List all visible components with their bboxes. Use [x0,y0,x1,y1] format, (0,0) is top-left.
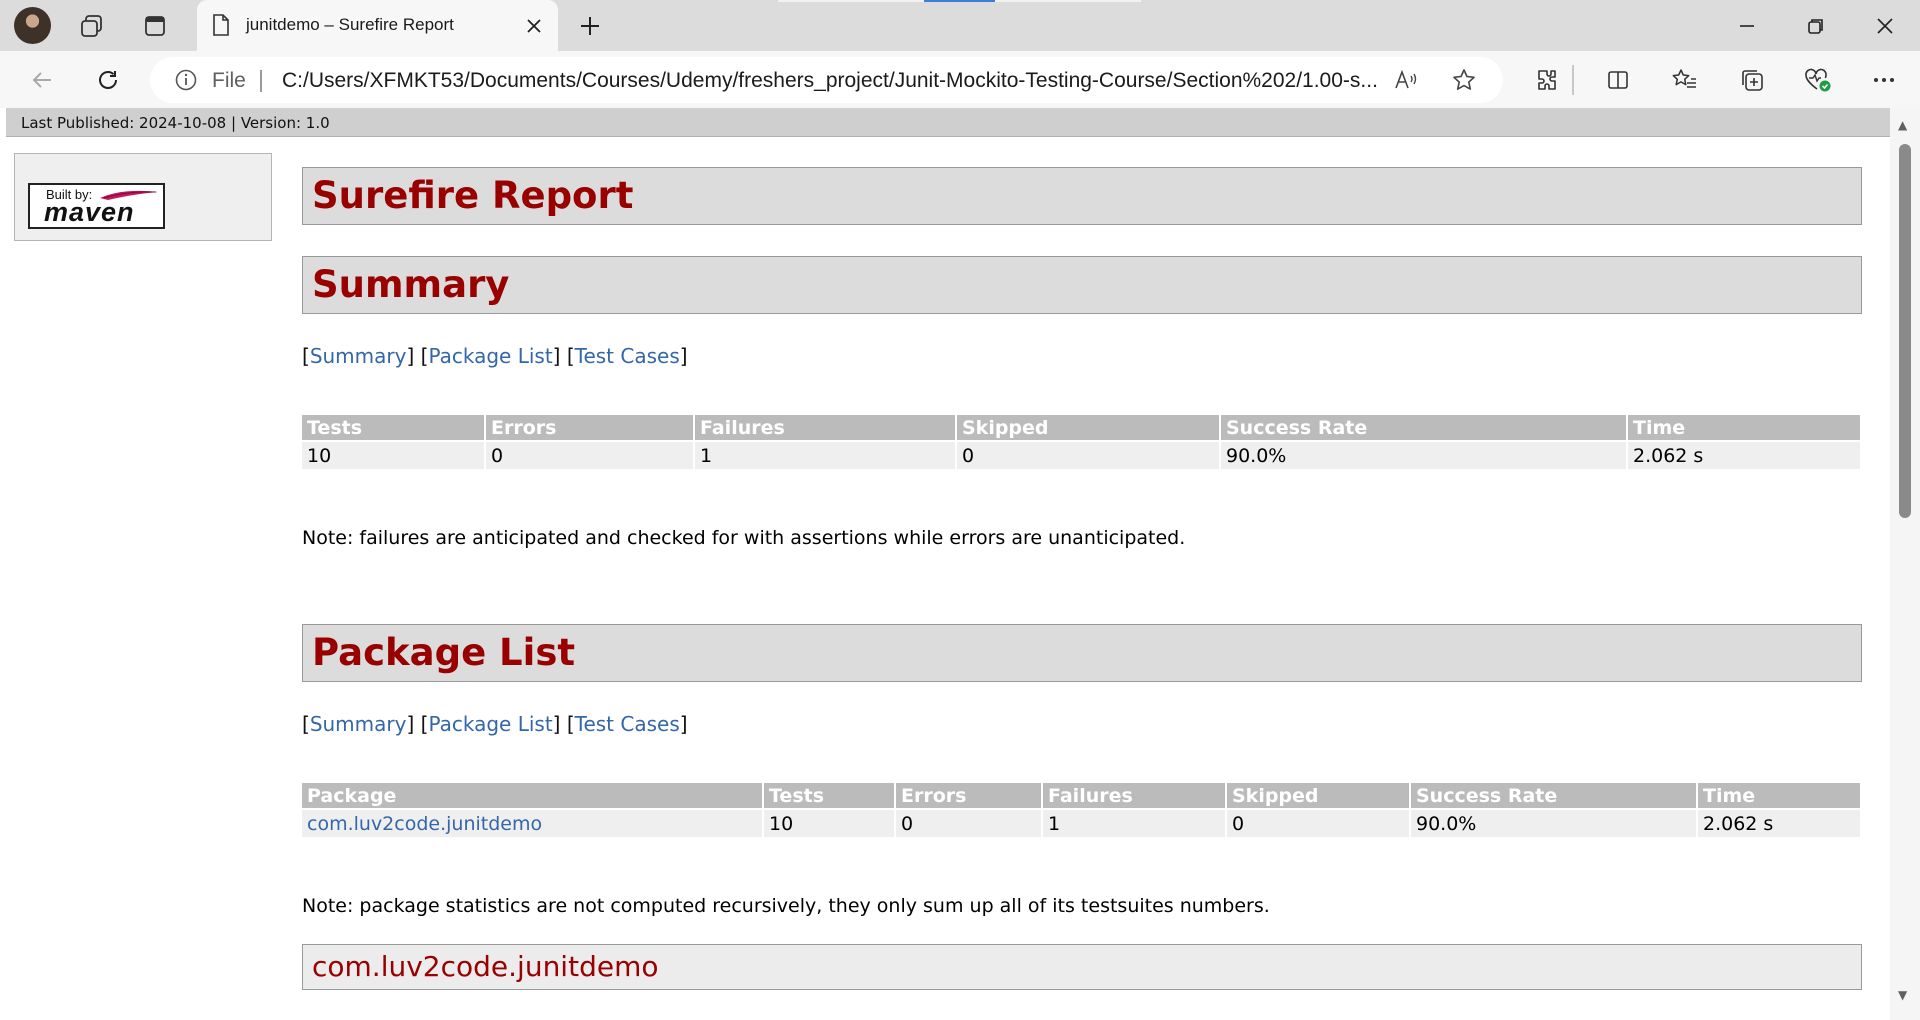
summary-heading: Summary [312,263,510,306]
column-header: Tests [302,415,484,440]
package-section-bar: com.luv2code.junitdemo [302,944,1862,990]
column-header: Failures [1043,783,1225,808]
package-heading: Package List [312,631,576,674]
new-tab-icon[interactable] [574,10,606,42]
summary-table: Tests Errors Failures Skipped Success Ra… [300,413,1862,471]
table-cell: 0 [896,810,1041,837]
column-header: Success Rate [1221,415,1626,440]
logo-maven: maven [44,197,135,227]
column-header: Skipped [957,415,1219,440]
package-nav: [Summary] [Package List] [Test Cases] [302,712,688,736]
publish-info: Last Published: 2024-10-08 | Version: 1.… [21,114,330,132]
favorites-icon[interactable] [1669,64,1701,96]
table-cell: 2.062 s [1628,442,1860,469]
close-window-icon[interactable] [1868,10,1902,42]
table-header-row: Package Tests Errors Failures Skipped Su… [302,783,1860,808]
collections-icon[interactable] [1736,64,1768,96]
nav-link-test-cases[interactable]: Test Cases [575,712,680,736]
nav-link-package-list[interactable]: Package List [428,712,552,736]
package-heading-bar: Package List [302,624,1862,682]
more-options-icon[interactable] [1868,64,1900,96]
close-tab-icon[interactable] [522,14,546,38]
tab-bar-highlight-active [924,0,995,2]
scroll-down-icon[interactable]: ▼ [1898,988,1907,1002]
column-header: Time [1698,783,1860,808]
browser-essentials-icon[interactable] [1802,64,1834,96]
column-header: Package [302,783,762,808]
table-cell: 90.0% [1221,442,1626,469]
column-header: Errors [486,415,693,440]
summary-heading-bar: Summary [302,256,1862,314]
column-header: Failures [695,415,955,440]
table-row: com.luv2code.junitdemo 10 0 1 0 90.0% 2.… [302,810,1860,837]
tab-title: junitdemo – Surefire Report [246,15,454,34]
page-title-bar: Surefire Report [302,167,1862,225]
table-cell: 1 [695,442,955,469]
table-cell: 0 [1227,810,1409,837]
split-screen-icon[interactable] [1602,64,1634,96]
table-cell: 2.062 s [1698,810,1860,837]
left-sidebar: Built by: maven [14,153,272,241]
package-link[interactable]: com.luv2code.junitdemo [307,813,542,835]
table-cell: com.luv2code.junitdemo [302,810,762,837]
column-header: Success Rate [1411,783,1696,808]
favorite-star-icon[interactable] [1450,67,1478,93]
page-title: Surefire Report [312,174,634,217]
read-aloud-icon[interactable] [1392,67,1420,93]
scroll-up-icon[interactable]: ▲ [1898,118,1907,132]
restore-icon[interactable] [1799,10,1833,42]
column-header: Skipped [1227,783,1409,808]
package-section-heading: com.luv2code.junitdemo [312,950,659,983]
page-icon [209,13,233,37]
summary-note: Note: failures are anticipated and check… [302,527,1186,549]
package-table: Package Tests Errors Failures Skipped Su… [300,781,1862,839]
column-header: Tests [764,783,894,808]
table-cell: 10 [302,442,484,469]
publish-banner: Last Published: 2024-10-08 | Version: 1.… [6,108,1890,137]
back-icon[interactable] [26,64,58,96]
nav-link-test-cases[interactable]: Test Cases [575,344,680,368]
built-by-maven-logo[interactable]: Built by: maven [28,183,165,229]
address-bar[interactable]: File C:/Users/XFMKT53/Documents/Courses/… [150,57,1503,103]
tab-bar: junitdemo – Surefire Report [0,0,1920,51]
profile-avatar[interactable] [14,7,51,44]
workspaces-icon[interactable] [76,10,108,42]
address-separator [260,70,262,92]
tab-active[interactable]: junitdemo – Surefire Report [197,0,558,51]
table-row: 10 0 1 0 90.0% 2.062 s [302,442,1860,469]
refresh-icon[interactable] [92,64,124,96]
table-cell: 1 [1043,810,1225,837]
column-header: Errors [896,783,1041,808]
extensions-icon[interactable] [1531,64,1563,96]
tab-bar-highlight [995,0,1141,2]
column-header: Time [1628,415,1860,440]
minimize-icon[interactable] [1730,10,1764,42]
scrollbar-thumb[interactable] [1899,144,1911,518]
tab-bar-highlight [778,0,924,2]
nav-link-summary[interactable]: Summary [310,712,407,736]
table-cell: 0 [486,442,693,469]
summary-nav: [Summary] [Package List] [Test Cases] [302,344,688,368]
nav-link-summary[interactable]: Summary [310,344,407,368]
table-cell: 0 [957,442,1219,469]
page-viewport: Last Published: 2024-10-08 | Version: 1.… [6,108,1890,1020]
address-prefix: File [212,69,246,92]
table-header-row: Tests Errors Failures Skipped Success Ra… [302,415,1860,440]
table-cell: 90.0% [1411,810,1696,837]
address-url[interactable]: C:/Users/XFMKT53/Documents/Courses/Udemy… [282,69,1527,93]
info-icon[interactable] [174,68,198,92]
table-cell: 10 [764,810,894,837]
package-note: Note: package statistics are not compute… [302,895,1270,917]
browser-toolbar: File C:/Users/XFMKT53/Documents/Courses/… [0,51,1920,108]
nav-link-package-list[interactable]: Package List [428,344,552,368]
vertical-scrollbar[interactable]: ▲ ▼ [1890,108,1920,1020]
tab-actions-icon[interactable] [139,10,171,42]
toolbar-divider [1572,65,1574,95]
